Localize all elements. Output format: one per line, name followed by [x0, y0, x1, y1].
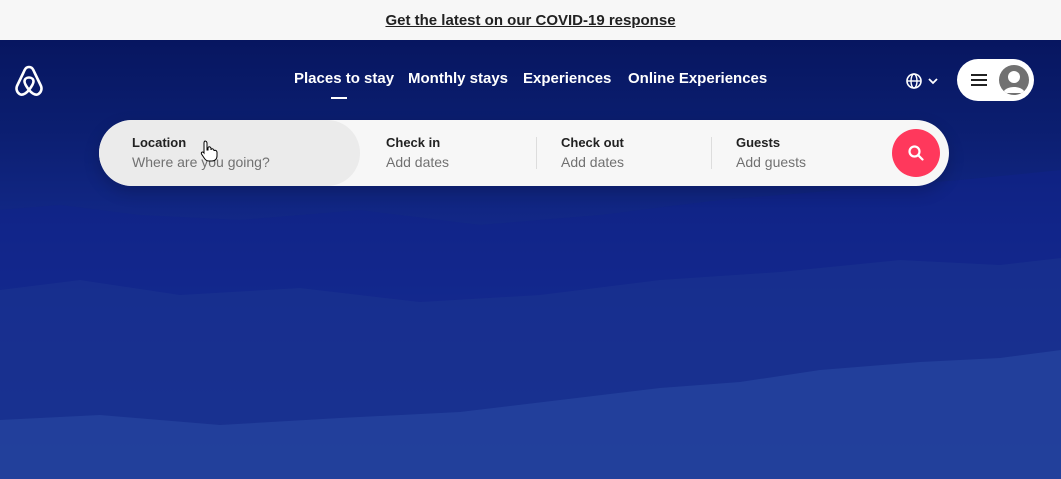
guests-field[interactable]: Guests Add guests [712, 120, 882, 186]
check-in-value: Add dates [386, 154, 450, 170]
main-nav: Places to stay Monthly stays Experiences… [0, 70, 1061, 100]
search-bar: Location Where are you going? Check in A… [99, 120, 949, 186]
user-avatar-icon [999, 65, 1029, 95]
location-label: Location [132, 135, 187, 150]
hamburger-menu-icon [971, 74, 987, 86]
hero-background [0, 170, 1061, 479]
search-button[interactable] [892, 129, 940, 177]
nav-monthly-stays[interactable]: Monthly stays [408, 70, 508, 87]
guests-label: Guests [736, 135, 781, 150]
profile-menu-button[interactable] [957, 59, 1034, 101]
search-icon [908, 145, 924, 161]
hero-section: Places to stay Monthly stays Experiences… [0, 40, 1061, 479]
active-nav-indicator [331, 97, 347, 99]
hand-pointer-cursor-icon [200, 140, 218, 162]
nav-online-experiences[interactable]: Online Experiences [628, 70, 767, 87]
check-out-value: Add dates [561, 154, 625, 170]
covid-banner: Get the latest on our COVID-19 response [0, 0, 1061, 40]
check-in-field[interactable]: Check in Add dates [360, 120, 536, 186]
guests-value: Add guests [736, 154, 807, 170]
check-out-label: Check out [561, 135, 624, 150]
check-out-field[interactable]: Check out Add dates [537, 120, 711, 186]
covid-response-link[interactable]: Get the latest on our COVID-19 response [385, 12, 675, 29]
globe-icon[interactable] [905, 71, 939, 91]
location-field[interactable]: Location Where are you going? [99, 120, 360, 186]
check-in-label: Check in [386, 135, 441, 150]
nav-experiences[interactable]: Experiences [523, 70, 611, 87]
nav-places-to-stay[interactable]: Places to stay [294, 70, 394, 87]
